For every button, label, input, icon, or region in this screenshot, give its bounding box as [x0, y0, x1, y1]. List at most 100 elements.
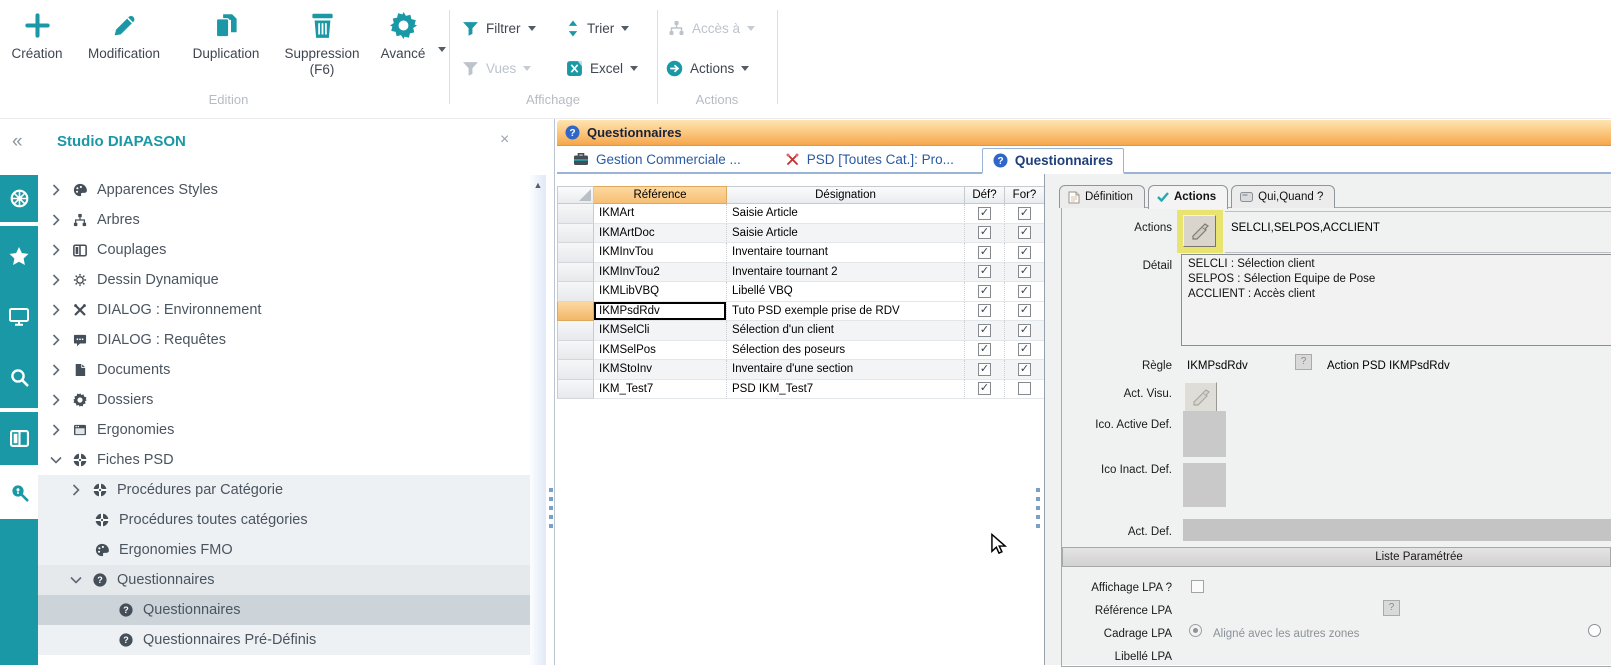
tree-item-dialog-environnement[interactable]: DIALOG : Environnement [38, 295, 530, 325]
excel-caret[interactable] [630, 66, 638, 75]
def-checkbox[interactable]: ✓ [978, 207, 991, 220]
filtrer-caret[interactable] [528, 26, 536, 35]
table-row[interactable]: IKMSelCli Sélection d'un client ✓ ✓ [557, 321, 1045, 341]
def-checkbox[interactable]: ✓ [978, 226, 991, 239]
tree-item-questionnaires-parent[interactable]: ? Questionnaires [38, 565, 530, 595]
ico-active-box[interactable] [1183, 411, 1226, 457]
detail-text-area[interactable]: SELCLI : Sélection client SELPOS : Sélec… [1181, 254, 1611, 346]
table-row[interactable]: IKMSelPos Sélection des poseurs ✓ ✓ [557, 341, 1045, 361]
filtrer-button[interactable]: Filtrer [462, 15, 536, 41]
tree-item-fiches-psd[interactable]: Fiches PSD [38, 445, 530, 475]
def-checkbox[interactable]: ✓ [978, 285, 991, 298]
tab-gestion-commerciale[interactable]: Gestion Commerciale ... [563, 146, 751, 172]
chevron-down-icon[interactable] [52, 454, 62, 466]
trier-button[interactable]: Trier [566, 15, 629, 41]
tree-item-arbres[interactable]: Arbres [38, 205, 530, 235]
collapse-sidebar-icon[interactable]: « [12, 131, 23, 153]
table-row[interactable]: IKMArtDoc Saisie Article ✓ ✓ [557, 224, 1045, 244]
for-checkbox[interactable]: ✓ [1018, 343, 1031, 356]
chevron-right-icon[interactable] [72, 484, 82, 496]
tree-item-dessin-dynamique[interactable]: Dessin Dynamique [38, 265, 530, 295]
splitter-grip[interactable] [549, 488, 553, 533]
for-checkbox[interactable]: ✓ [1018, 246, 1031, 259]
row-selector[interactable] [557, 263, 594, 283]
table-row[interactable]: IKM_Test7 PSD IKM_Test7 ✓ [557, 380, 1045, 400]
tree-item-documents[interactable]: Documents [38, 355, 530, 385]
row-selector[interactable] [557, 243, 594, 263]
tree-item-dossiers[interactable]: Dossiers [38, 385, 530, 415]
tab-questionnaires[interactable]: ? Questionnaires [982, 148, 1124, 174]
rail-item-columns[interactable] [0, 412, 38, 465]
row-selector[interactable] [557, 341, 594, 361]
chevron-right-icon[interactable] [52, 214, 62, 226]
table-row[interactable]: IKMLibVBQ Libellé VBQ ✓ ✓ [557, 282, 1045, 302]
excel-button[interactable]: Excel [566, 55, 638, 81]
chevron-right-icon[interactable] [52, 364, 62, 376]
rail-item-pin-search[interactable] [0, 465, 38, 519]
tree-item-questionnaires-predefinis[interactable]: ? Questionnaires Pré-Définis [38, 625, 530, 655]
table-row-selected[interactable]: IKMPsdRdv Tuto PSD exemple prise de RDV … [557, 302, 1045, 322]
table-row[interactable]: IKMArt Saisie Article ✓ ✓ [557, 204, 1045, 224]
selected-cell[interactable]: IKMPsdRdv [594, 302, 727, 322]
tree-item-procedures-toutes-categories[interactable]: Procédures toutes catégories [38, 505, 530, 535]
modification-button[interactable]: Modification [72, 8, 176, 62]
tab-psd-toutes-cat[interactable]: PSD [Toutes Cat.]: Pro... [775, 146, 964, 172]
regle-help-button[interactable]: ? [1295, 354, 1312, 370]
act-visu-button[interactable] [1184, 382, 1217, 412]
table-row[interactable]: IKMInvTou2 Inventaire tournant 2 ✓ ✓ [557, 263, 1045, 283]
creation-button[interactable]: Création [8, 8, 66, 62]
tree-item-couplages[interactable]: Couplages [38, 235, 530, 265]
trier-caret[interactable] [621, 26, 629, 35]
monitor-icon[interactable] [9, 308, 29, 326]
chevron-right-icon[interactable] [52, 334, 62, 346]
row-selector[interactable] [557, 321, 594, 341]
scroll-up-icon[interactable]: ▲ [530, 175, 546, 190]
table-row[interactable]: IKMInvTou Inventaire tournant ✓ ✓ [557, 243, 1045, 263]
chevron-right-icon[interactable] [52, 424, 62, 436]
chevron-right-icon[interactable] [52, 304, 62, 316]
for-checkbox[interactable]: ✓ [1018, 304, 1031, 317]
def-checkbox[interactable]: ✓ [978, 343, 991, 356]
for-checkbox[interactable]: ✓ [1018, 363, 1031, 376]
chevron-right-icon[interactable] [52, 394, 62, 406]
duplication-button[interactable]: Duplication [182, 8, 270, 62]
row-selector[interactable] [557, 282, 594, 302]
avance-dropdown-caret[interactable] [438, 47, 446, 56]
def-checkbox[interactable]: ✓ [978, 265, 991, 278]
row-selector[interactable] [557, 302, 594, 322]
actions-caret[interactable] [741, 66, 749, 75]
def-checkbox[interactable]: ✓ [978, 324, 991, 337]
tree-item-procedures-par-categorie[interactable]: Procédures par Catégorie [38, 475, 530, 505]
chevron-right-icon[interactable] [52, 184, 62, 196]
column-header-for[interactable]: For? [1005, 186, 1045, 204]
acces-a-button[interactable]: Accès à [668, 15, 755, 41]
def-checkbox[interactable]: ✓ [978, 246, 991, 259]
row-selector[interactable] [557, 360, 594, 380]
tab-actions[interactable]: Actions [1148, 185, 1228, 209]
def-checkbox[interactable]: ✓ [978, 304, 991, 317]
for-checkbox[interactable]: ✓ [1018, 226, 1031, 239]
tree-item-apparences-styles[interactable]: Apparences Styles [38, 175, 530, 205]
row-selector[interactable] [557, 224, 594, 244]
chevron-down-icon[interactable] [72, 574, 82, 586]
sidebar-splitter[interactable] [554, 119, 555, 665]
row-selector[interactable] [557, 380, 594, 400]
for-checkbox[interactable] [1018, 382, 1031, 395]
def-checkbox[interactable]: ✓ [978, 363, 991, 376]
reference-lpa-help-button[interactable]: ? [1383, 600, 1400, 616]
column-header-reference[interactable]: Référence [594, 186, 727, 204]
regle-value[interactable]: IKMPsdRdv [1187, 360, 1248, 372]
select-all-corner[interactable] [557, 186, 594, 204]
for-checkbox[interactable]: ✓ [1018, 265, 1031, 278]
table-row[interactable]: IKMStoInv Inventaire d'une section ✓ ✓ [557, 360, 1045, 380]
tree-item-ergonomies[interactable]: Ergonomies [38, 415, 530, 445]
rail-item-wheel[interactable] [0, 175, 38, 222]
for-checkbox[interactable]: ✓ [1018, 285, 1031, 298]
avance-button[interactable]: Avancé [372, 8, 434, 62]
column-header-designation[interactable]: Désignation [727, 186, 965, 204]
column-header-def[interactable]: Déf? [965, 186, 1005, 204]
tree-item-ergonomies-fmo[interactable]: Ergonomies FMO [38, 535, 530, 565]
def-checkbox[interactable]: ✓ [978, 382, 991, 395]
sidebar-scrollbar[interactable]: ▲ [530, 175, 546, 665]
star-icon[interactable] [9, 247, 29, 266]
